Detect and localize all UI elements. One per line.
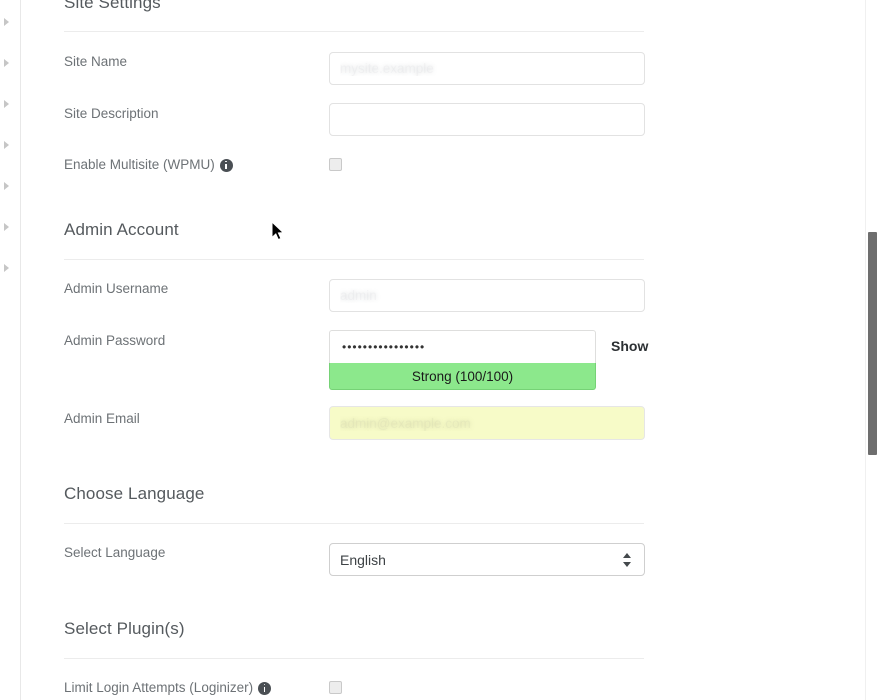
label-limit-login-attempts-text: Limit Login Attempts (Loginizer) xyxy=(64,680,254,695)
admin-username-input[interactable] xyxy=(329,279,645,312)
admin-password-input[interactable] xyxy=(329,330,596,364)
chevron-right-icon[interactable] xyxy=(4,141,9,149)
section-divider xyxy=(64,658,644,659)
settings-form-page: Site Settings Site Name Site Description… xyxy=(21,0,866,700)
label-select-language: Select Language xyxy=(64,545,166,560)
limit-login-attempts-checkbox[interactable] xyxy=(329,681,342,694)
info-circle-icon[interactable] xyxy=(258,681,272,695)
label-enable-multisite-text: Enable Multisite (WPMU) xyxy=(64,157,215,172)
info-circle-icon[interactable] xyxy=(219,158,233,172)
site-description-input[interactable] xyxy=(329,103,645,136)
label-site-name: Site Name xyxy=(64,54,128,69)
section-heading-select-plugins: Select Plugin(s) xyxy=(64,619,185,638)
password-strength-meter: Strong (100/100) xyxy=(329,363,596,390)
section-heading-choose-language: Choose Language xyxy=(64,484,205,503)
vertical-scrollbar-track[interactable] xyxy=(865,0,878,700)
section-heading-site-settings: Site Settings xyxy=(64,0,161,12)
chevron-right-icon[interactable] xyxy=(4,223,9,231)
select-language-value: English xyxy=(340,551,386,568)
chevron-updown-icon xyxy=(623,552,632,568)
label-site-description: Site Description xyxy=(64,106,159,121)
chevron-right-icon[interactable] xyxy=(4,182,9,190)
chevron-right-icon[interactable] xyxy=(4,264,9,272)
label-limit-login-attempts: Limit Login Attempts (Loginizer) xyxy=(64,679,272,697)
label-admin-email: Admin Email xyxy=(64,411,140,426)
enable-multisite-checkbox[interactable] xyxy=(329,158,342,171)
select-language-dropdown[interactable]: English xyxy=(329,543,645,576)
section-heading-admin-account: Admin Account xyxy=(64,220,179,239)
show-password-button[interactable]: Show xyxy=(611,338,648,354)
label-enable-multisite: Enable Multisite (WPMU) xyxy=(64,156,233,174)
collapsed-nav-rail xyxy=(0,0,21,700)
section-divider xyxy=(64,259,644,260)
vertical-scrollbar-thumb[interactable] xyxy=(868,232,877,455)
section-divider xyxy=(64,31,644,32)
admin-email-input[interactable] xyxy=(329,406,645,440)
section-divider xyxy=(64,523,644,524)
chevron-right-icon[interactable] xyxy=(4,59,9,67)
label-admin-username: Admin Username xyxy=(64,281,169,296)
chevron-right-icon[interactable] xyxy=(4,100,9,108)
site-name-input[interactable] xyxy=(329,52,645,85)
password-strength-text: Strong (100/100) xyxy=(411,368,514,384)
label-admin-password: Admin Password xyxy=(64,333,166,348)
chevron-right-icon[interactable] xyxy=(4,18,9,26)
